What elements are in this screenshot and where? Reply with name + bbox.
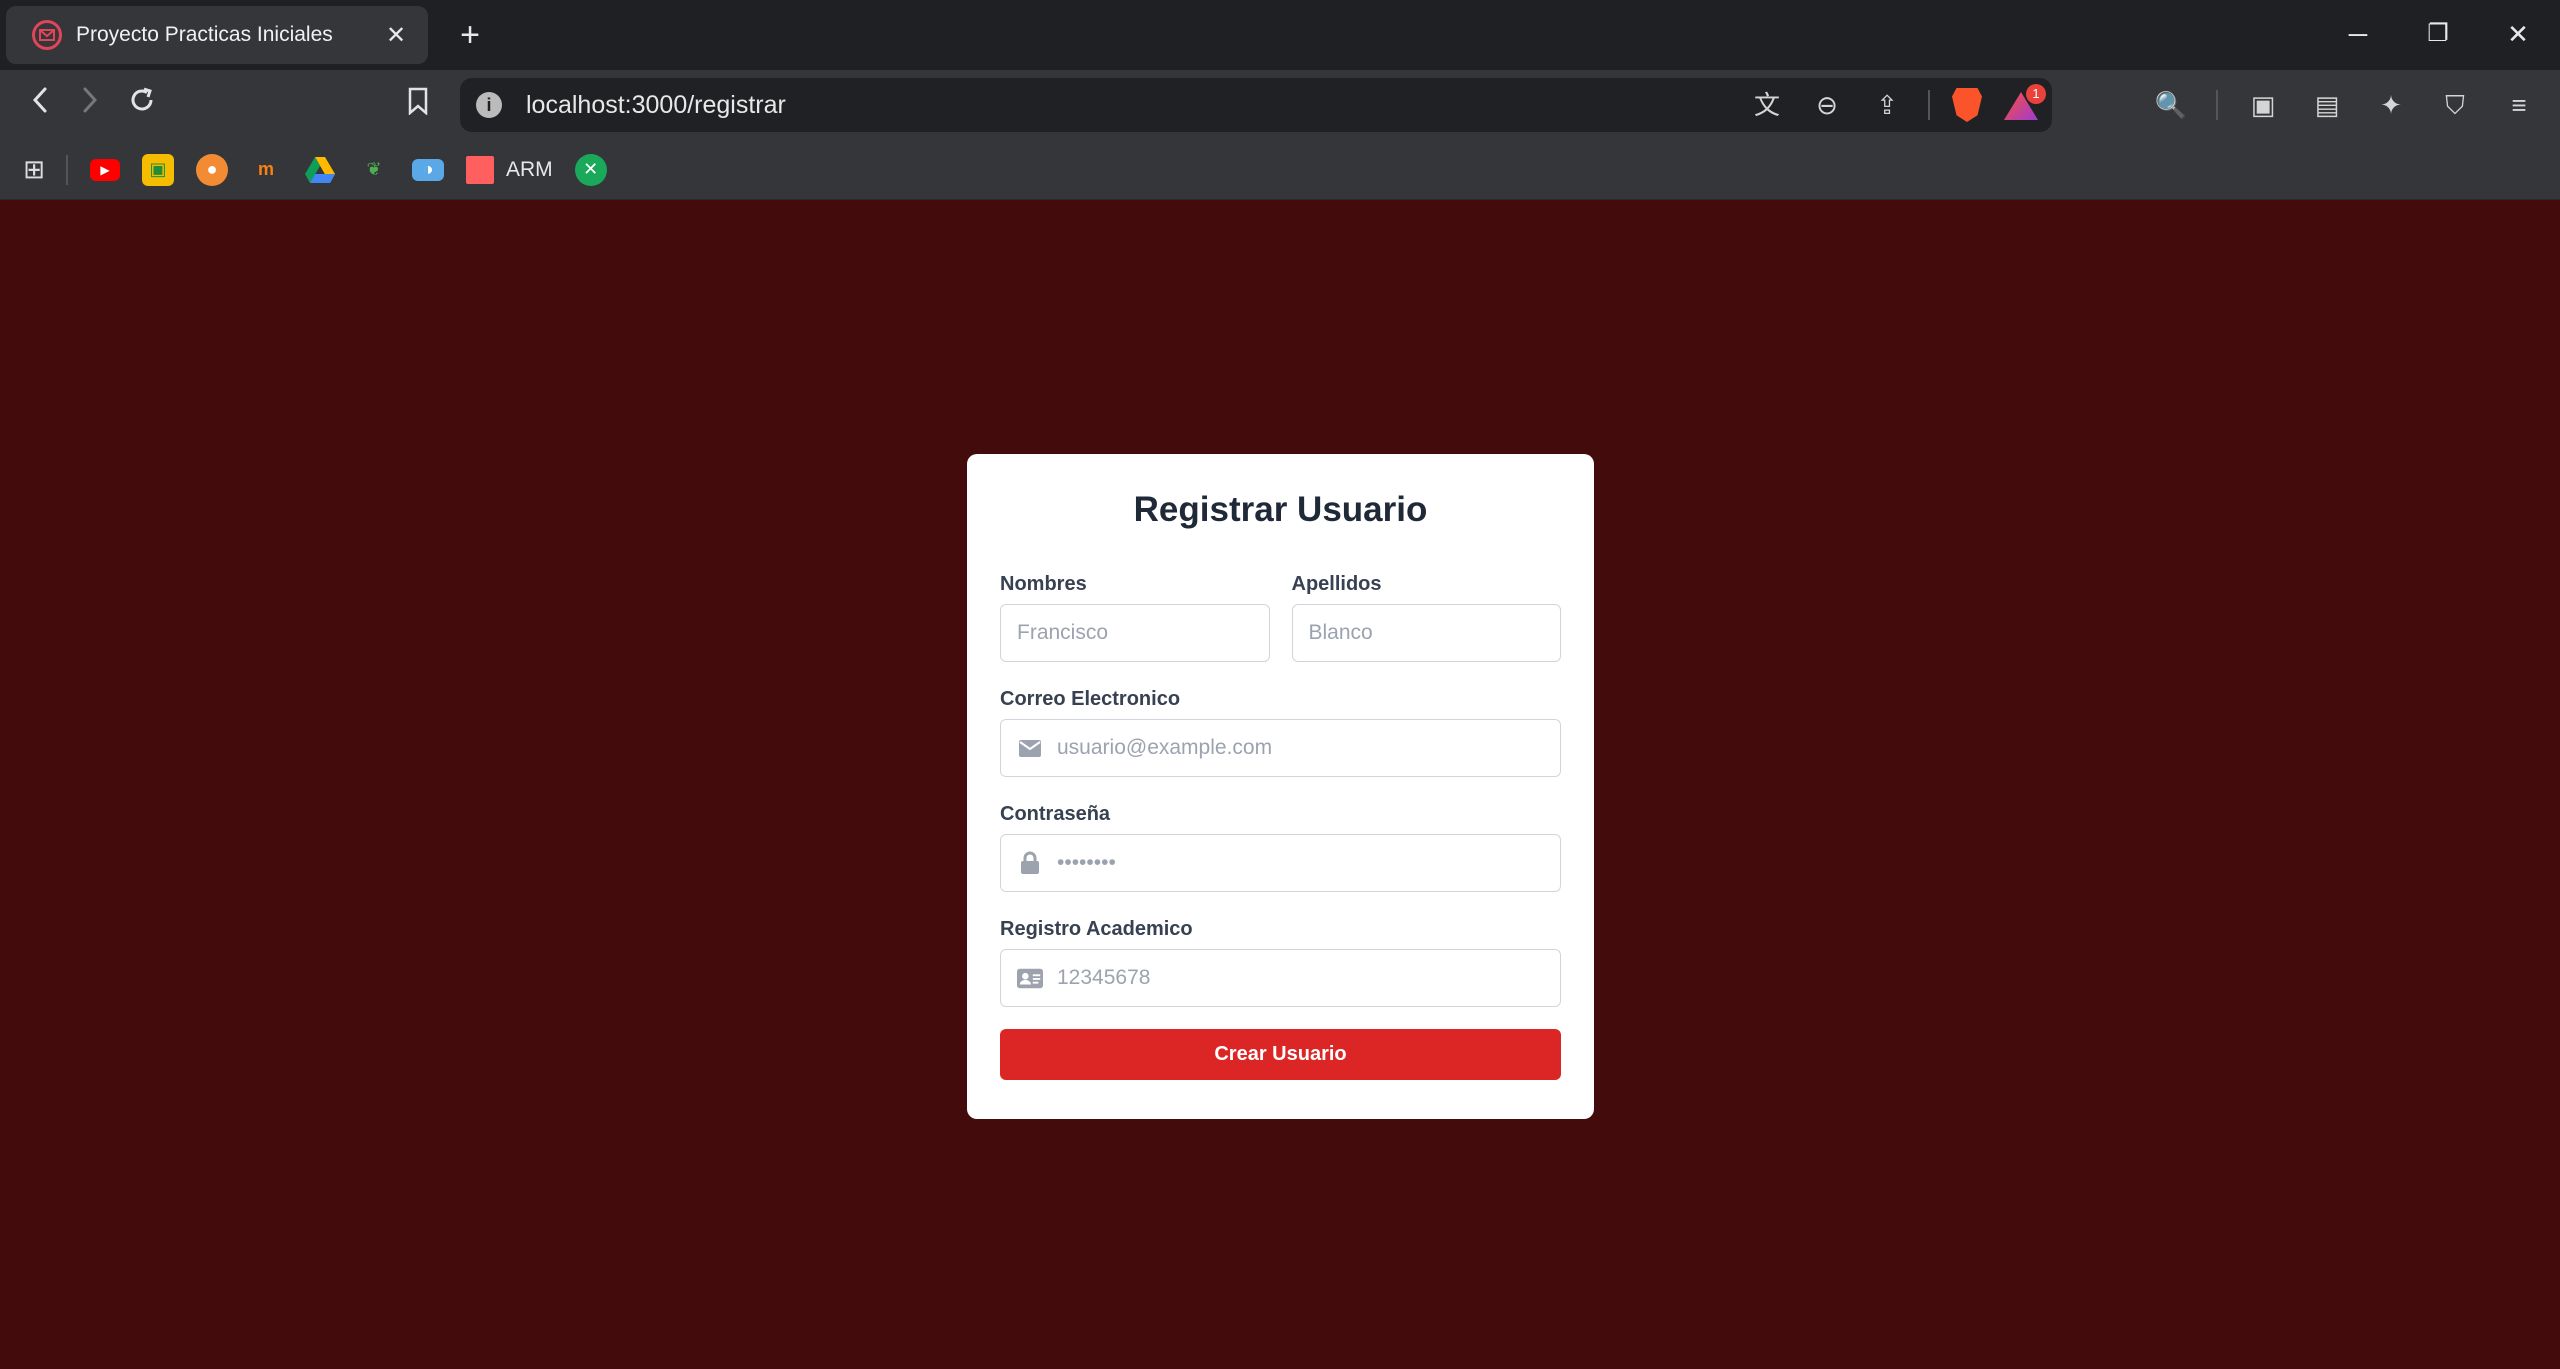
site-info-icon[interactable]: i <box>476 92 502 118</box>
wallet-icon[interactable]: ▤ <box>2308 86 2346 124</box>
classroom-icon[interactable]: ▣ <box>142 153 174 186</box>
tab-close-icon[interactable]: ✕ <box>380 21 412 50</box>
divider <box>66 154 68 185</box>
back-icon[interactable] <box>18 84 62 128</box>
email-label: Correo Electronico <box>1000 688 1181 710</box>
apellidos-input[interactable]: Blanco <box>1291 604 1561 662</box>
forward-icon[interactable] <box>68 84 112 128</box>
register-card: Registrar Usuario Nombres Francisco Apel… <box>967 454 1594 1119</box>
zoom-out-icon[interactable]: ⊖ <box>1808 86 1846 124</box>
bookmark-arm[interactable]: ARM <box>506 158 553 182</box>
divider <box>1928 90 1930 120</box>
share-icon[interactable]: ⇪ <box>1868 86 1906 124</box>
registro-input[interactable]: 12345678 <box>1000 949 1561 1007</box>
cloud-icon[interactable]: ◑ <box>412 158 444 181</box>
restore-icon[interactable]: ❐ <box>2416 14 2460 54</box>
browser-tab-bar: Proyecto Practicas Iniciales ✕ + ─ ❐ ✕ <box>0 0 2560 70</box>
password-field-group: Contraseña •••••••• <box>1000 803 1561 892</box>
reload-icon[interactable] <box>120 84 164 128</box>
divider <box>2216 90 2218 120</box>
youtube-icon[interactable]: ▶ <box>90 158 120 181</box>
search-tabs-icon[interactable]: 🔍 <box>2152 86 2190 124</box>
close-window-icon[interactable]: ✕ <box>2496 14 2540 54</box>
envelope-icon <box>1017 739 1043 757</box>
sidebar-icon[interactable]: ▣ <box>2244 86 2282 124</box>
page-title: Registrar Usuario <box>1133 490 1428 529</box>
email-placeholder: usuario@example.com <box>1057 736 1273 759</box>
page-background: Registrar Usuario Nombres Francisco Apel… <box>0 201 2560 1369</box>
tab-title: Proyecto Practicas Iniciales <box>76 23 333 46</box>
minimize-icon[interactable]: ─ <box>2336 14 2380 54</box>
plant-icon[interactable]: ❦ <box>358 154 390 186</box>
address-bar[interactable]: i localhost:3000/registrar 文 ⊖ ⇪ 1 <box>460 78 2052 132</box>
nombres-label: Nombres <box>1000 573 1087 595</box>
translate-icon[interactable]: 文 <box>1748 86 1786 124</box>
lock-icon <box>1017 851 1043 875</box>
moodle-icon[interactable]: m <box>250 154 282 186</box>
email-field-group: Correo Electronico usuario@example.com <box>1000 688 1561 777</box>
apellidos-placeholder: Blanco <box>1308 621 1373 644</box>
password-input[interactable]: •••••••• <box>1000 834 1561 892</box>
vpn-icon[interactable]: ⛉ <box>2436 86 2474 124</box>
bookmark-icon[interactable] <box>396 84 440 128</box>
browser-tab[interactable]: Proyecto Practicas Iniciales ✕ <box>6 6 428 64</box>
registro-field-group: Registro Academico 12345678 <box>1000 918 1561 1007</box>
bookmark-orange-icon[interactable]: ● <box>196 153 228 186</box>
brave-shields-icon[interactable] <box>1952 88 1982 122</box>
rewards-badge: 1 <box>2026 84 2046 104</box>
tool-icon[interactable]: ✕ <box>574 153 607 186</box>
apps-grid-icon[interactable]: ⊞ <box>18 154 50 186</box>
password-label: Contraseña <box>1000 803 1111 825</box>
new-tab-button[interactable]: + <box>450 15 490 55</box>
nombres-input[interactable]: Francisco <box>1000 604 1270 662</box>
apellidos-label: Apellidos <box>1291 573 1382 595</box>
registro-label: Registro Academico <box>1000 918 1193 940</box>
bookmarks-bar: ⊞ ▶ ▣ ● m ❦ ◑ ARM ✕ <box>0 140 2560 200</box>
registro-placeholder: 12345678 <box>1057 966 1151 989</box>
name-row: Nombres Francisco Apellidos Blanco <box>1000 573 1561 662</box>
mail-favicon-icon <box>32 20 62 50</box>
leo-ai-icon[interactable]: ✦ <box>2372 86 2410 124</box>
id-card-icon <box>1017 968 1043 989</box>
brave-rewards-icon[interactable]: 1 <box>2004 84 2046 120</box>
nombres-placeholder: Francisco <box>1017 621 1109 644</box>
url-text: localhost:3000/registrar <box>526 90 786 119</box>
google-drive-icon[interactable] <box>304 154 336 186</box>
email-input[interactable]: usuario@example.com <box>1000 719 1561 777</box>
menu-icon[interactable]: ≡ <box>2500 86 2538 124</box>
password-placeholder: •••••••• <box>1057 851 1116 874</box>
create-user-button[interactable]: Crear Usuario <box>1000 1029 1561 1080</box>
browser-toolbar: i localhost:3000/registrar 文 ⊖ ⇪ 1 🔍 ▣ ▤… <box>0 70 2560 140</box>
arm-favicon-icon[interactable] <box>466 155 494 184</box>
